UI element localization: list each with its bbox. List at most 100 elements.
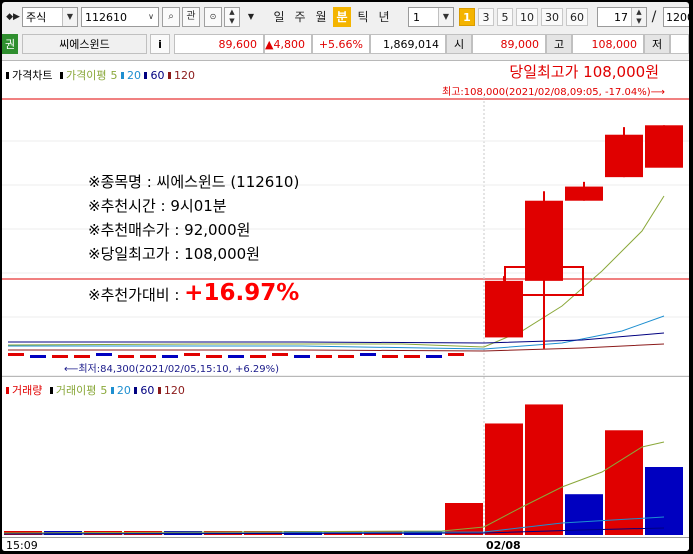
volume-bar bbox=[565, 494, 603, 535]
interval-value: 1 bbox=[413, 11, 420, 24]
volume-chart-panel: 거래량 거래이평 5 20 60 120 bbox=[2, 376, 689, 538]
day-high-title: 당일최고가 108,000원 bbox=[509, 63, 659, 81]
chevron-down-icon[interactable]: ∨ bbox=[144, 8, 158, 26]
prior-candle bbox=[8, 353, 24, 356]
total-count-input[interactable]: 1200 bbox=[663, 7, 689, 27]
prior-candle bbox=[140, 355, 156, 358]
market-type-select[interactable]: 주식 ▼ bbox=[22, 7, 78, 27]
stock-code-input[interactable]: 112610 ∨ bbox=[81, 7, 159, 27]
separator: / bbox=[651, 9, 657, 25]
count-stepper[interactable]: 17 ▲ ▼ bbox=[597, 7, 647, 27]
price-change: ▲4,800 bbox=[264, 34, 312, 54]
prior-candle bbox=[338, 355, 354, 358]
volume-bar bbox=[485, 423, 523, 535]
market-type-value: 주식 bbox=[26, 11, 47, 24]
total-value: 1200 bbox=[666, 11, 689, 24]
period-button-3[interactable]: 분 bbox=[333, 7, 351, 27]
legend-ma5: 5 bbox=[110, 69, 118, 82]
legend-ma120: 120 bbox=[173, 69, 195, 82]
info-recommend-price: ※추천매수가 : 92,000원 bbox=[88, 221, 251, 239]
price-candle bbox=[565, 186, 603, 201]
legend-vma-label: 거래이평 bbox=[55, 384, 97, 397]
x-axis: 15:09 02/08 bbox=[2, 537, 689, 551]
legend-vma120: 120 bbox=[163, 384, 185, 397]
info-button[interactable]: i bbox=[150, 34, 170, 54]
period-button-2[interactable]: 월 bbox=[312, 7, 330, 27]
stock-name: 씨에스윈드 bbox=[22, 34, 147, 54]
updown-spinner-icon[interactable]: ▲ ▼ bbox=[224, 7, 240, 27]
volume-bar bbox=[525, 404, 563, 535]
prior-candle bbox=[294, 355, 310, 358]
prior-candle bbox=[184, 353, 200, 356]
chart-window: ◆▶ 주식 ▼ 112610 ∨ ⌕ 관 ⊙ ▲ ▼ ▼ 일주월분틱년 1 ▼ 1… bbox=[2, 2, 689, 551]
legend-swatch bbox=[6, 387, 9, 394]
legend-swatch bbox=[144, 72, 148, 79]
prior-candle bbox=[448, 353, 464, 356]
legend-volume: 거래량 bbox=[12, 384, 43, 397]
prior-candle bbox=[30, 355, 46, 358]
legend-ma20: 20 bbox=[126, 69, 141, 82]
refresh-icon[interactable]: ⊙ bbox=[204, 7, 222, 27]
low-annotation: ⟵최저:84,300(2021/02/05,15:10, +6.29%) bbox=[64, 364, 280, 375]
info-recommend-time: ※추천시간 : 9시01분 bbox=[88, 197, 227, 215]
period-button-1[interactable]: 주 bbox=[291, 7, 309, 27]
prior-candle bbox=[52, 355, 68, 358]
tag-badge: 권 bbox=[2, 34, 18, 54]
period-button-4[interactable]: 틱 bbox=[354, 7, 372, 27]
x-axis-left-label: 15:09 bbox=[6, 539, 38, 551]
legend-swatch bbox=[59, 72, 63, 79]
legend-ma60: 60 bbox=[150, 69, 165, 82]
high-label: 고 bbox=[546, 34, 572, 54]
legend-swatch bbox=[49, 387, 53, 394]
high-annotation: 최고:108,000(2021/02/08,09:05, -17.04%)⟶ bbox=[442, 87, 665, 98]
legend-ma-label: 가격이평 bbox=[65, 69, 107, 82]
ratio-value: +16.97% bbox=[184, 280, 300, 306]
stepper-arrows-icon[interactable]: ▲ ▼ bbox=[631, 8, 646, 26]
low-label: 저 bbox=[644, 34, 670, 54]
ma120-line bbox=[8, 343, 665, 352]
legend-vma20: 20 bbox=[116, 384, 131, 397]
chevron-down-icon[interactable]: ▼ bbox=[242, 7, 260, 27]
minute-button-4[interactable]: 30 bbox=[541, 8, 563, 26]
count-value: 17 bbox=[614, 11, 628, 24]
low-value bbox=[670, 34, 689, 54]
prior-candle bbox=[206, 355, 222, 358]
minute-button-2[interactable]: 5 bbox=[497, 8, 513, 26]
prior-candle bbox=[228, 355, 244, 358]
price-change-pct: +5.66% bbox=[312, 34, 370, 54]
volume-chart-svg bbox=[3, 377, 683, 538]
chevron-down-icon[interactable]: ▼ bbox=[62, 8, 77, 26]
price-legend: 가격차트 가격이평 5 20 60 120 bbox=[6, 67, 195, 83]
window-frame: ◆▶ 주식 ▼ 112610 ∨ ⌕ 관 ⊙ ▲ ▼ ▼ 일주월분틱년 1 ▼ 1… bbox=[0, 0, 693, 554]
period-button-0[interactable]: 일 bbox=[270, 7, 288, 27]
legend-price-chart: 가격차트 bbox=[12, 69, 53, 82]
relation-button[interactable]: 관 bbox=[182, 7, 200, 27]
open-value: 89,000 bbox=[472, 34, 546, 54]
info-stock-name: ※종목명 : 씨에스윈드 (112610) bbox=[88, 173, 300, 191]
price-candle bbox=[605, 134, 643, 178]
legend-swatch bbox=[157, 387, 161, 394]
legend-swatch bbox=[110, 387, 114, 394]
legend-swatch bbox=[134, 387, 138, 394]
search-icon[interactable]: ⌕ bbox=[162, 7, 180, 27]
toolbar-top: ◆▶ 주식 ▼ 112610 ∨ ⌕ 관 ⊙ ▲ ▼ ▼ 일주월분틱년 1 ▼ 1… bbox=[2, 7, 689, 29]
prior-candle bbox=[382, 355, 398, 358]
minute-button-5[interactable]: 60 bbox=[566, 8, 588, 26]
price-chart-panel: 가격차트 가격이평 5 20 60 120 당일최고가 108,000원 최고:1… bbox=[2, 60, 689, 375]
ma60-line bbox=[8, 332, 665, 344]
prior-candle bbox=[162, 355, 178, 358]
price-candle bbox=[645, 125, 683, 168]
legend-swatch bbox=[6, 72, 9, 79]
minute-button-3[interactable]: 10 bbox=[516, 8, 538, 26]
current-price: 89,600 bbox=[174, 34, 264, 54]
minute-button-0[interactable]: 1 bbox=[459, 8, 475, 26]
period-button-5[interactable]: 년 bbox=[375, 7, 393, 27]
open-label: 시 bbox=[446, 34, 472, 54]
volume-value: 1,869,014 bbox=[370, 34, 446, 54]
chevron-down-icon[interactable]: ▼ bbox=[438, 8, 453, 26]
price-chart-svg bbox=[2, 97, 689, 375]
minute-button-1[interactable]: 3 bbox=[478, 8, 494, 26]
prior-candle bbox=[316, 355, 332, 358]
interval-select[interactable]: 1 ▼ bbox=[408, 7, 454, 27]
play-arrow-icon[interactable]: ◆▶ bbox=[4, 7, 22, 27]
